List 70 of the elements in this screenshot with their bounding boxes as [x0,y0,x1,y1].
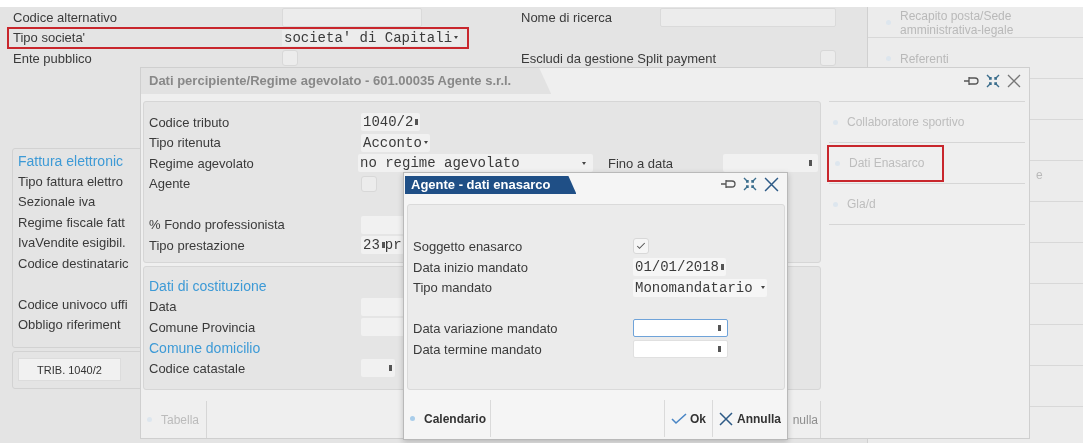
section-heading: Fattura elettronic [18,152,124,169]
close-icon[interactable] [1007,74,1021,88]
field-label: Soggetto enasarco [413,238,524,254]
field-label: Comune Provincia [149,319,257,335]
field-label: Data variazione mandato [413,320,559,336]
caret-icon [760,286,765,290]
caret-icon [454,36,459,40]
pin-icon[interactable] [963,76,979,86]
field-label: Regime fiscale fatt [18,214,125,230]
close-icon [719,411,733,426]
window-title: Dati percipiente/Regime agevolato - 601.00035 Agente s.r.l. [141,68,552,94]
field-label: Fino a data [608,155,675,171]
field-label: Data termine mandato [413,341,543,357]
field-label: Agente [149,176,192,192]
field-label: Tipo mandato [413,280,493,296]
field-label: Data inizio mandato [413,259,529,275]
field-label: Escludi da gestione Split payment [521,50,718,66]
lookup-icon [415,119,419,126]
pin-icon[interactable] [720,179,736,189]
lookup-icon [718,325,721,332]
lookup-icon [809,160,812,167]
dropdown[interactable]: societa' di Capitali [282,29,461,46]
window-title: Agente - dati enasarco [405,176,577,194]
field-label: IvaVendite esigibil. [18,235,126,251]
code-field[interactable]: 23 pr [361,236,404,255]
caret-icon [423,141,428,145]
code-field[interactable]: 1040/2 [361,113,421,132]
lookup-icon [381,242,385,249]
annulla-button[interactable]: Annulla [712,400,787,437]
field-label: Codice destinataric [18,255,129,271]
caret-icon [582,161,586,165]
code-field[interactable] [361,359,395,378]
date-field[interactable]: 01/01/2018 [633,258,726,277]
field-label: Sezionale iva [18,194,96,210]
calendar-button[interactable]: Calendario [404,400,491,437]
text-field[interactable] [282,7,422,27]
field-label: Tipo fattura elettro [18,173,123,189]
field-label: Codice tributo [149,114,231,130]
checkbox[interactable] [820,50,836,67]
ok-button[interactable]: Ok [664,400,712,437]
date-field[interactable] [723,154,818,173]
field-label: Tipo ritenuta [149,135,222,151]
field-label: Codice univoco uffi [18,296,128,312]
section-heading: Dati di costituzione [149,278,267,295]
checkbox[interactable] [633,238,649,255]
field-label: Tipo prestazione [149,237,246,253]
date-field[interactable] [633,319,728,338]
lookup-icon [718,346,721,353]
check-icon [671,412,687,425]
field-label: Codice alternativo [13,9,119,25]
checkbox[interactable] [282,50,298,67]
dropdown[interactable]: no regime agevolato [358,154,593,173]
lookup-icon [389,365,392,372]
field-label: Ente pubblico [13,50,93,66]
field-label: Nome di ricerca [521,9,614,25]
dropdown[interactable]: Monomandatario [633,278,767,297]
section-heading: Comune domicilio [149,339,261,356]
dropdown[interactable]: Acconto [361,133,430,152]
field-label: % Fondo professionista [149,217,286,233]
text-field[interactable] [659,7,836,27]
trib-button[interactable]: TRIB. 1040/2 [18,358,121,381]
field-label: Regime agevolato [149,155,255,171]
field-label: Codice catastale [149,360,247,376]
collapse-icon[interactable] [986,74,1000,88]
collapse-icon[interactable] [743,177,757,191]
field-label: Obbligo riferiment [18,317,121,333]
lookup-icon [721,264,724,271]
field-label: Tipo societa' [13,30,87,46]
close-icon[interactable] [764,176,779,192]
field-label: Data [149,299,178,315]
